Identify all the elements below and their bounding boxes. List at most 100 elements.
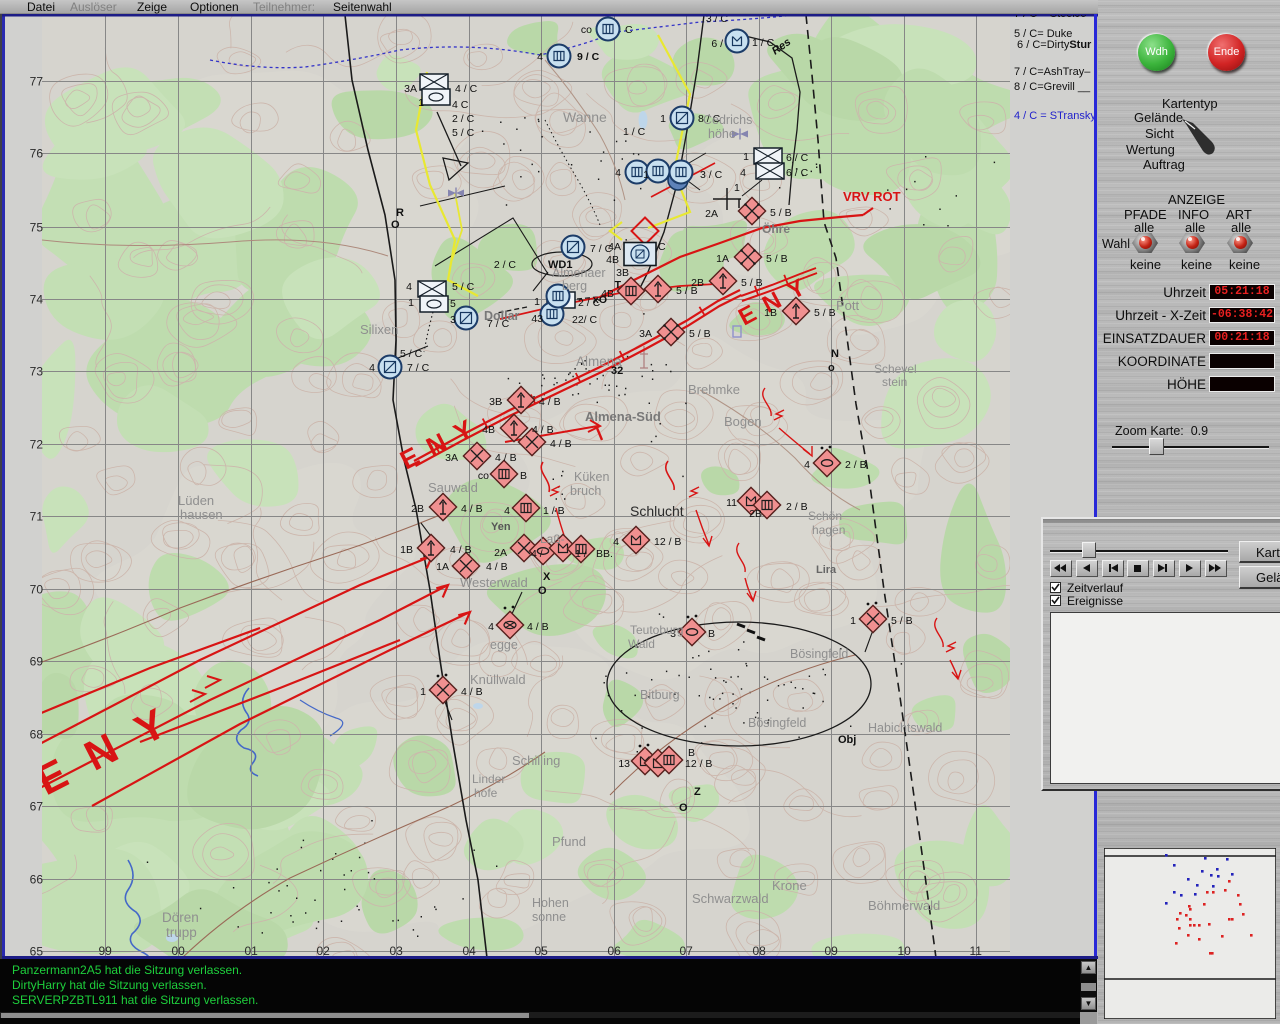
svg-text:co: co: [478, 470, 489, 482]
svg-text:4 / B: 4 / B: [532, 424, 554, 436]
svg-text:74: 74: [30, 293, 44, 307]
svg-text:N: N: [831, 348, 839, 360]
svg-text:4: 4: [406, 281, 412, 293]
svg-text:5 / B: 5 / B: [741, 277, 763, 289]
svg-text:7 / C: 7 / C: [407, 362, 430, 374]
svg-text:Krone: Krone: [772, 878, 807, 893]
svg-text:bruch: bruch: [570, 484, 601, 498]
svg-text:egge: egge: [490, 638, 518, 652]
svg-text:Dören: Dören: [162, 910, 199, 925]
svg-text:1: 1: [660, 113, 666, 125]
svg-text:Westerwald: Westerwald: [460, 575, 528, 590]
svg-text:Bogen: Bogen: [724, 414, 762, 429]
svg-text:Laß-: Laß-: [540, 532, 565, 546]
svg-text:1: 1: [643, 169, 649, 181]
svg-text:2 / B: 2 / B: [786, 501, 808, 513]
svg-text:Schilling: Schilling: [512, 753, 560, 768]
svg-text:3A: 3A: [445, 452, 458, 464]
svg-text:71: 71: [30, 510, 44, 524]
svg-text:R: R: [396, 207, 404, 219]
svg-text:Obj: Obj: [838, 734, 856, 746]
svg-text:10: 10: [898, 944, 912, 958]
svg-text:O: O: [679, 802, 688, 814]
svg-text:4: 4: [740, 167, 746, 179]
svg-text:5 / C: 5 / C: [452, 281, 475, 293]
svg-text:4 / B: 4 / B: [539, 396, 561, 408]
svg-text:4 / B: 4 / B: [486, 561, 508, 573]
svg-text:4: 4: [613, 536, 619, 548]
svg-text:4B: 4B: [606, 254, 619, 266]
svg-text:5 / C: 5 / C: [452, 127, 475, 139]
svg-text:höhe: höhe: [708, 127, 736, 141]
svg-text:69: 69: [30, 655, 44, 669]
svg-text:hofe: hofe: [474, 786, 498, 800]
svg-text:4 / B: 4 / B: [461, 503, 483, 515]
svg-text:Wanne: Wanne: [563, 109, 607, 125]
svg-text:Z: Z: [694, 786, 701, 798]
svg-text:Pfund: Pfund: [552, 834, 586, 849]
svg-text:32: 32: [611, 365, 623, 377]
svg-text:01: 01: [245, 944, 259, 958]
svg-text:4: 4: [537, 51, 543, 63]
svg-text:6 /: 6 /: [711, 38, 723, 50]
svg-text:Pott: Pott: [836, 298, 860, 313]
svg-text:3A: 3A: [639, 328, 652, 340]
svg-text:Dollar: Dollar: [484, 309, 520, 323]
svg-text:4 / B: 4 / B: [495, 452, 517, 464]
svg-text:WD1: WD1: [548, 259, 572, 271]
svg-text:berg: berg: [562, 279, 587, 293]
svg-text:4: 4: [615, 167, 621, 179]
svg-text:C: C: [658, 241, 666, 253]
svg-text:76: 76: [30, 147, 44, 161]
svg-text:Knüllwald: Knüllwald: [470, 672, 526, 687]
svg-text:Schön: Schön: [808, 509, 842, 523]
svg-text:O: O: [391, 219, 400, 231]
svg-text:5 / C: 5 / C: [400, 348, 423, 360]
svg-text:hagen: hagen: [812, 523, 845, 537]
svg-text:3B: 3B: [616, 267, 629, 279]
svg-text:1: 1: [734, 182, 740, 194]
svg-text:2A: 2A: [705, 208, 718, 220]
svg-text:BB.: BB.: [596, 548, 613, 560]
svg-text:99: 99: [99, 944, 113, 958]
svg-text:12 / B: 12 / B: [654, 536, 681, 548]
svg-text:Silixen: Silixen: [360, 322, 398, 337]
svg-text:3B: 3B: [489, 396, 502, 408]
svg-text:4 / B: 4 / B: [450, 544, 472, 556]
svg-text:Brehmke: Brehmke: [688, 382, 740, 397]
svg-text:2 / C: 2 / C: [494, 259, 517, 271]
svg-text:2 / C: 2 / C: [452, 113, 475, 125]
svg-text:Sauwald: Sauwald: [428, 480, 478, 495]
svg-text:3A: 3A: [404, 83, 417, 95]
svg-text:2A: 2A: [494, 547, 507, 559]
svg-text:5 / B: 5 / B: [814, 307, 836, 319]
svg-text:co: co: [581, 24, 592, 36]
svg-text:08: 08: [753, 944, 767, 958]
svg-text:13: 13: [618, 758, 630, 770]
svg-text:73: 73: [30, 365, 44, 379]
svg-text:6 / C: 6 / C: [786, 167, 809, 179]
svg-text:Schwarzwald: Schwarzwald: [692, 891, 769, 906]
svg-text:Cedrichs: Cedrichs: [703, 113, 752, 127]
svg-text:2B: 2B: [749, 508, 762, 520]
svg-text:4: 4: [488, 621, 494, 633]
svg-text:03: 03: [390, 944, 404, 958]
svg-text:5 / B: 5 / B: [689, 328, 711, 340]
svg-text:1: 1: [408, 297, 414, 309]
svg-text:5 / B: 5 / B: [676, 285, 698, 297]
svg-text:4 / B: 4 / B: [527, 621, 549, 633]
svg-text:1 / C: 1 / C: [623, 126, 646, 138]
svg-text:1: 1: [743, 151, 749, 163]
svg-text:B: B: [688, 747, 695, 759]
svg-text:5 / B: 5 / B: [891, 615, 913, 627]
svg-text:Bitburg: Bitburg: [640, 688, 680, 702]
svg-text:xO: xO: [593, 294, 607, 306]
svg-text:00: 00: [172, 944, 186, 958]
svg-text:67: 67: [30, 800, 44, 814]
svg-text:4: 4: [369, 362, 375, 374]
svg-text:4 / B: 4 / B: [550, 438, 572, 450]
svg-text:4 / B: 4 / B: [461, 686, 483, 698]
svg-text:Lira: Lira: [816, 564, 837, 576]
svg-text:77: 77: [30, 75, 44, 89]
svg-text:X: X: [543, 571, 551, 583]
